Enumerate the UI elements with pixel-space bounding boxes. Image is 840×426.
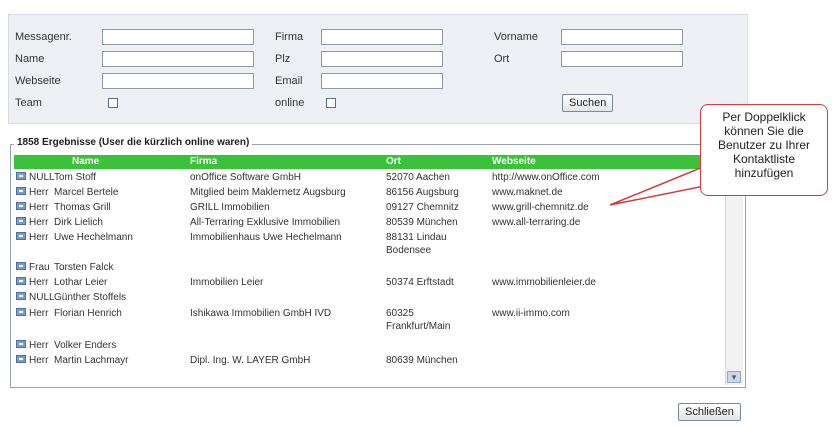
- callout-pointer: [609, 159, 746, 206]
- close-button[interactable]: Schließen: [678, 403, 741, 421]
- callout-note: Per Doppelklick können Sie die Benutzer …: [700, 104, 828, 196]
